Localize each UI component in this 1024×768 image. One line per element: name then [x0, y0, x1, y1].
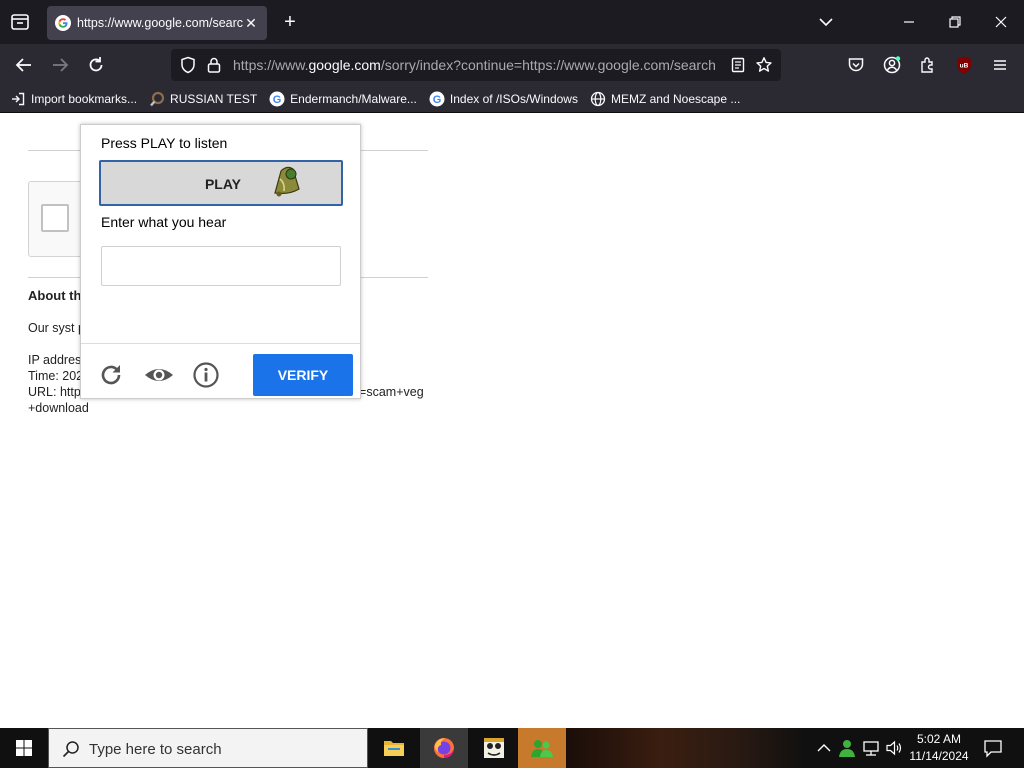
bell-cursor-icon — [274, 166, 300, 197]
tab-list-icon[interactable] — [6, 10, 34, 34]
bookmark-memz[interactable]: MEMZ and Noescape ... — [590, 91, 740, 107]
url-domain: google.com — [308, 57, 381, 73]
user-tray-icon[interactable] — [837, 738, 857, 758]
tab-bar: https://www.google.com/search ✕ + — [0, 0, 1024, 44]
messenger-taskbar-button[interactable] — [518, 728, 566, 768]
info-icon[interactable] — [193, 362, 219, 388]
file-explorer-button[interactable] — [370, 728, 418, 768]
bookmark-star-icon[interactable] — [755, 56, 773, 74]
shield-icon[interactable] — [179, 56, 197, 74]
google-icon: G — [269, 91, 285, 107]
network-icon[interactable] — [861, 738, 881, 758]
about-heading: About th — [28, 288, 82, 303]
bookmark-label: Index of /ISOs/Windows — [449, 92, 578, 106]
bookmark-russian-test[interactable]: RUSSIAN TEST — [149, 91, 257, 107]
firefox-icon — [434, 738, 454, 758]
magnifier-icon — [150, 91, 165, 107]
svg-text:uB: uB — [960, 63, 969, 70]
reload-icon[interactable] — [86, 55, 106, 75]
clock-date: 11/14/2024 — [909, 749, 969, 763]
import-icon — [12, 92, 25, 106]
taskbar-search[interactable]: Type here to search — [48, 728, 368, 768]
verify-button[interactable]: VERIFY — [253, 354, 353, 396]
bookmark-label: RUSSIAN TEST — [170, 92, 258, 106]
account-icon[interactable] — [882, 55, 902, 75]
challenge-footer: VERIFY — [81, 343, 360, 399]
new-tab-button[interactable]: + — [280, 12, 300, 32]
enter-label: Enter what you hear — [101, 214, 227, 230]
browser-tab[interactable]: https://www.google.com/search ✕ — [47, 6, 267, 40]
minimize-icon[interactable] — [899, 12, 919, 32]
extensions-icon[interactable] — [918, 55, 938, 75]
svg-text:G: G — [273, 94, 282, 106]
reload-challenge-icon[interactable] — [98, 362, 124, 388]
address-bar[interactable]: https://www.google.com/sorry/index?conti… — [171, 49, 781, 81]
play-label: PLAY — [204, 176, 242, 192]
lock-icon[interactable] — [205, 56, 223, 74]
taskbar-wallpaper-area — [566, 728, 806, 768]
menu-icon[interactable] — [990, 55, 1010, 75]
forward-arrow-icon[interactable] — [50, 55, 70, 75]
windows-start-icon[interactable] — [0, 728, 48, 768]
audio-challenge-popup: Press PLAY to listen PLAY Enter what you… — [80, 124, 361, 399]
google-icon — [55, 15, 71, 31]
eye-icon[interactable] — [144, 362, 174, 388]
google-icon: G — [429, 91, 445, 107]
volume-icon[interactable] — [884, 738, 904, 758]
close-tab-icon[interactable]: ✕ — [243, 15, 259, 32]
folder-icon — [384, 741, 404, 756]
reader-view-icon[interactable] — [729, 56, 747, 74]
play-button[interactable]: PLAY — [99, 160, 343, 206]
svg-text:G: G — [433, 94, 442, 106]
tab-title: https://www.google.com/search — [77, 16, 243, 30]
url-prefix: https://www. — [233, 57, 309, 73]
back-arrow-icon[interactable] — [14, 55, 34, 75]
chevron-down-icon[interactable] — [816, 12, 836, 32]
restore-icon[interactable] — [945, 12, 965, 32]
people-icon — [531, 740, 553, 757]
clock-time: 5:02 AM — [916, 732, 962, 746]
bookmark-label: Import bookmarks... — [31, 92, 138, 106]
bookmark-endermanch[interactable]: G Endermanch/Malware... — [269, 91, 417, 107]
recaptcha-checkbox[interactable] — [41, 204, 69, 232]
bookmark-label: MEMZ and Noescape ... — [610, 92, 741, 106]
navigation-toolbar: https://www.google.com/sorry/index?conti… — [0, 44, 1024, 86]
pocket-icon[interactable] — [846, 55, 866, 75]
ublock-origin-icon[interactable]: uB — [954, 55, 974, 75]
notification-icon[interactable] — [982, 738, 1004, 758]
app-taskbar-button[interactable] — [470, 728, 518, 768]
taskbar: Type here to search 5:02 AM 11/14/2024 — [0, 728, 1024, 768]
globe-icon — [590, 91, 606, 107]
bookmark-label: Endermanch/Malware... — [290, 92, 417, 106]
character-app-icon — [484, 738, 504, 758]
search-placeholder: Type here to search — [89, 741, 222, 758]
press-play-label: Press PLAY to listen — [101, 135, 228, 151]
bookmark-index-isos[interactable]: G Index of /ISOs/Windows — [429, 91, 578, 107]
audio-response-input[interactable] — [101, 246, 341, 286]
chevron-up-icon[interactable] — [814, 738, 834, 758]
bookmarks-toolbar: Import bookmarks... RUSSIAN TEST G Ender… — [0, 86, 1024, 113]
system-clock[interactable]: 5:02 AM 11/14/2024 — [905, 731, 973, 765]
url-text[interactable]: https://www.google.com/sorry/index?conti… — [233, 57, 717, 73]
search-icon — [62, 741, 79, 758]
close-window-icon[interactable] — [991, 12, 1011, 32]
firefox-taskbar-button[interactable] — [420, 728, 468, 768]
bookmark-import[interactable]: Import bookmarks... — [10, 91, 137, 107]
url-path: /sorry/index?continue=https://www.google… — [380, 57, 716, 73]
